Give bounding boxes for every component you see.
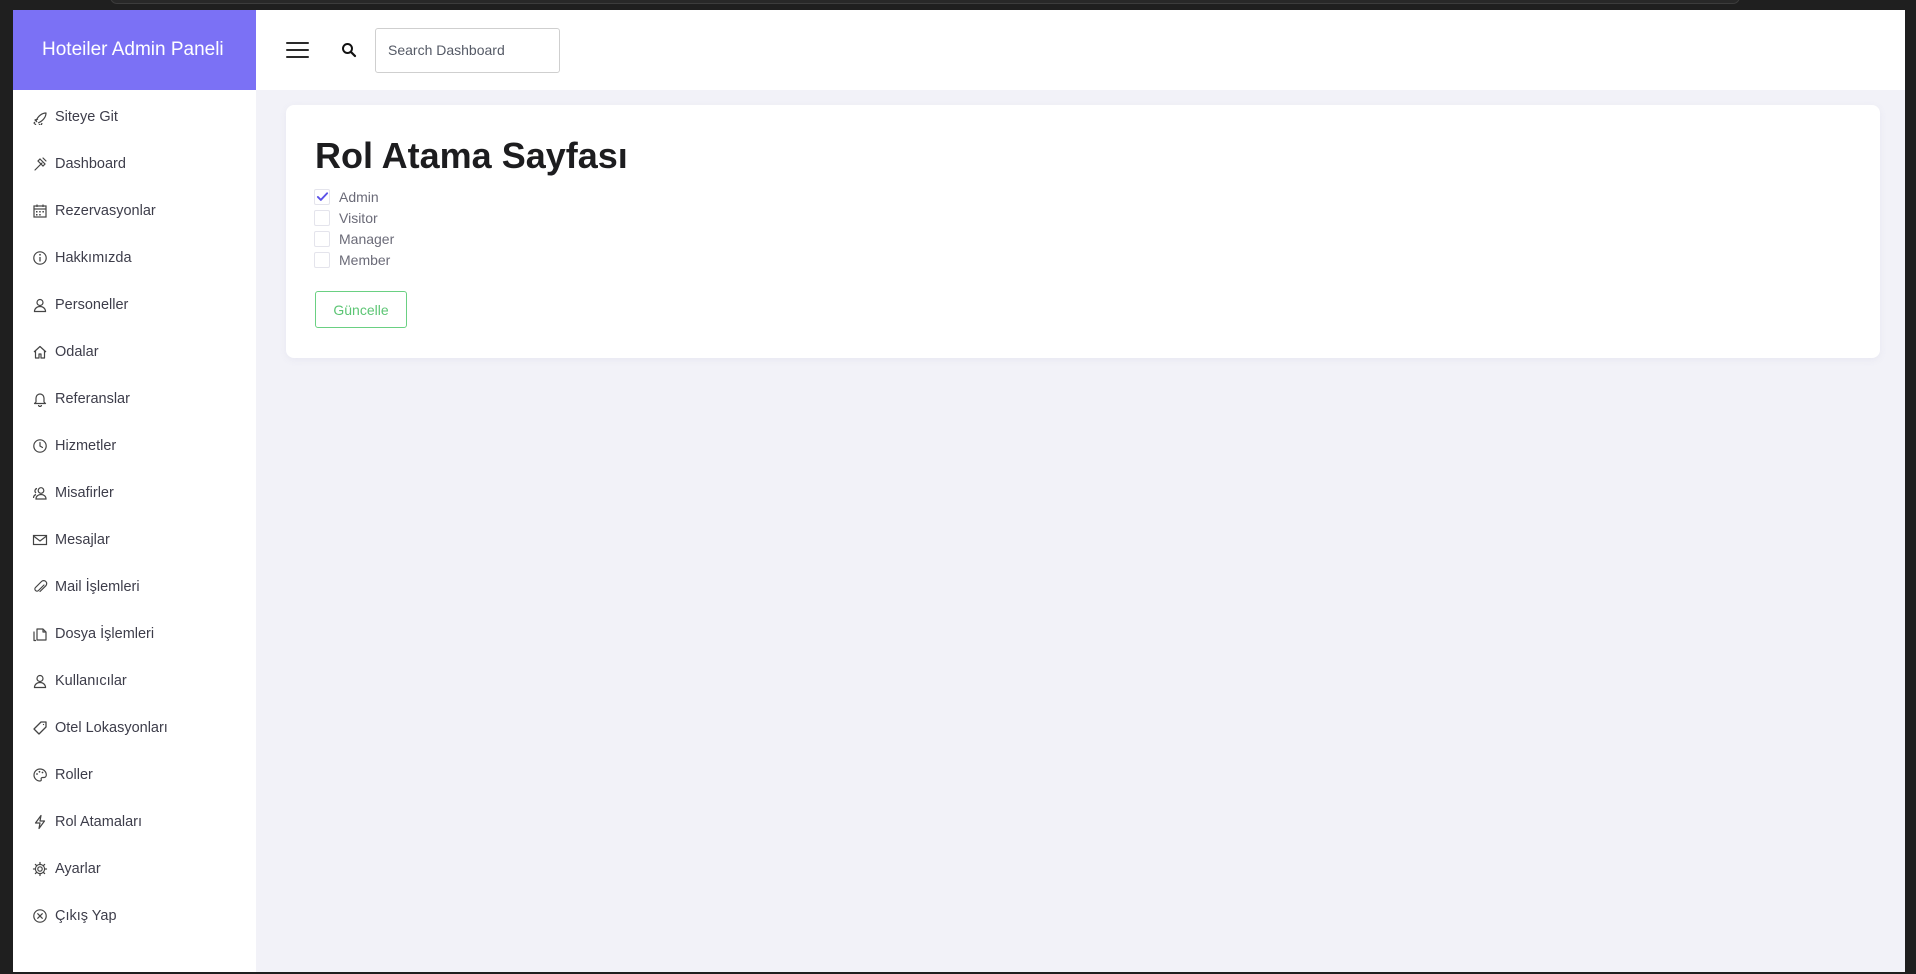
user-icon	[32, 673, 48, 689]
role-checkbox-list: Admin Visitor Manager Member	[314, 186, 394, 270]
sidebar-item-referanslar[interactable]: Referanslar	[13, 375, 256, 422]
sidebar-nav: Siteye Git Dashboard Rezervasyonlar Hakkımı…	[13, 90, 256, 939]
sidebar-item-hakk-m-zda[interactable]: Hakkımızda	[13, 234, 256, 281]
info-icon	[32, 250, 48, 266]
sidebar-item-label: Ayarlar	[55, 860, 101, 877]
sidebar-item-label: Roller	[55, 766, 93, 783]
clock-icon	[32, 438, 48, 454]
role-checkbox[interactable]	[314, 188, 330, 205]
user-icon	[32, 297, 48, 313]
sidebar-item-label: Mail İşlemleri	[55, 578, 140, 595]
role-label: Visitor	[339, 209, 378, 226]
menu-toggle-icon[interactable]	[286, 40, 309, 60]
users-icon	[32, 485, 48, 501]
sidebar-item-k-yap[interactable]: Çıkış Yap	[13, 892, 256, 939]
role-label: Admin	[339, 188, 379, 205]
role-row: Member	[314, 249, 394, 270]
role-checkbox[interactable]	[314, 251, 330, 268]
search-icon[interactable]	[340, 41, 358, 59]
browser-top-bar	[0, 0, 1916, 10]
hammer-icon	[32, 156, 48, 172]
sidebar-item-otel-lokasyonlar[interactable]: Otel Lokasyonları	[13, 704, 256, 751]
palette-icon	[32, 767, 48, 783]
sidebar-item-dosya-i-lemleri[interactable]: Dosya İşlemleri	[13, 610, 256, 657]
sidebar-item-label: Misafirler	[55, 484, 114, 501]
role-row: Manager	[314, 228, 394, 249]
role-row: Admin	[314, 186, 394, 207]
sidebar-item-dashboard[interactable]: Dashboard	[13, 140, 256, 187]
sidebar-item-label: Rezervasyonlar	[55, 202, 156, 219]
page-title: Rol Atama Sayfası	[315, 135, 628, 176]
calendar-icon	[32, 203, 48, 219]
bolt-icon	[32, 814, 48, 830]
sidebar-item-rol-atamalar[interactable]: Rol Atamaları	[13, 798, 256, 845]
sidebar-item-label: Hizmetler	[55, 437, 117, 454]
sidebar-item-label: Dosya İşlemleri	[55, 625, 155, 642]
sidebar-item-label: Odalar	[55, 343, 99, 360]
update-button[interactable]: Güncelle	[315, 291, 407, 328]
close-circle-icon	[32, 908, 48, 924]
sidebar-item-label: Rol Atamaları	[55, 813, 143, 830]
sidebar-item-odalar[interactable]: Odalar	[13, 328, 256, 375]
bell-icon	[32, 391, 48, 407]
sidebar-item-ayarlar[interactable]: Ayarlar	[13, 845, 256, 892]
sidebar-item-label: Hakkımızda	[55, 249, 132, 266]
browser-right-edge	[1905, 0, 1916, 974]
sidebar-item-mesajlar[interactable]: Mesajlar	[13, 516, 256, 563]
sidebar-item-roller[interactable]: Roller	[13, 751, 256, 798]
sidebar-item-mail-i-lemleri[interactable]: Mail İşlemleri	[13, 563, 256, 610]
sidebar-item-rezervasyonlar[interactable]: Rezervasyonlar	[13, 187, 256, 234]
role-label: Manager	[339, 230, 395, 247]
admin-app: Hoteiler Admin Paneli Siteye Git Dashboar…	[13, 10, 1905, 972]
envelope-icon	[32, 532, 48, 548]
role-checkbox[interactable]	[314, 209, 330, 226]
paperclip-icon	[32, 579, 48, 595]
sidebar-item-label: Kullanıcılar	[55, 672, 127, 689]
sidebar-item-label: Dashboard	[55, 155, 126, 172]
sidebar-item-label: Siteye Git	[55, 108, 118, 125]
topbar	[256, 10, 1905, 90]
gear-icon	[32, 861, 48, 877]
search-input[interactable]	[375, 27, 560, 73]
sidebar-item-label: Mesajlar	[55, 531, 110, 548]
checkmark-icon	[316, 192, 328, 201]
sidebar: Hoteiler Admin Paneli Siteye Git Dashboar…	[13, 10, 256, 972]
sidebar-item-misafirler[interactable]: Misafirler	[13, 469, 256, 516]
files-icon	[32, 626, 48, 642]
sidebar-item-label: Referanslar	[55, 390, 130, 407]
tag-icon	[32, 720, 48, 736]
role-label: Member	[339, 251, 391, 268]
sidebar-item-label: Otel Lokasyonları	[55, 719, 168, 736]
browser-left-edge	[0, 0, 13, 974]
sidebar-item-label: Personeller	[55, 296, 129, 313]
sidebar-item-hizmetler[interactable]: Hizmetler	[13, 422, 256, 469]
sidebar-item-kullan-c-lar[interactable]: Kullanıcılar	[13, 657, 256, 704]
role-checkbox[interactable]	[314, 230, 330, 247]
home-icon	[32, 344, 48, 360]
brand-title[interactable]: Hoteiler Admin Paneli	[13, 10, 256, 90]
browser-address-bar[interactable]	[110, 0, 1740, 4]
sidebar-item-siteye-git[interactable]: Siteye Git	[13, 93, 256, 140]
role-assign-card: Rol Atama Sayfası Admin Visitor Manager Mem…	[286, 105, 1880, 358]
sidebar-item-personeller[interactable]: Personeller	[13, 281, 256, 328]
rocket-icon	[32, 109, 48, 125]
role-row: Visitor	[314, 207, 394, 228]
sidebar-item-label: Çıkış Yap	[55, 907, 117, 924]
